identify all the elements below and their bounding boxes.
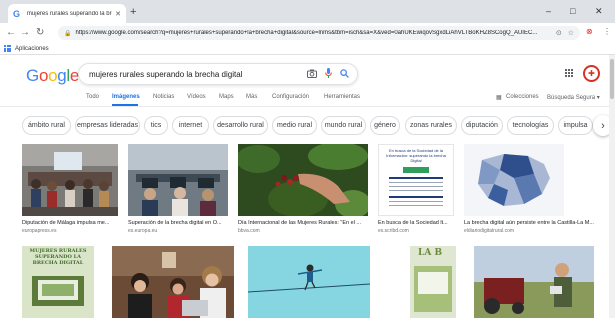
forward-arrow-icon[interactable]: → [20,26,30,40]
location-icon[interactable]: ⊙ [556,29,562,37]
logo-letter: G [26,66,39,85]
image-result[interactable]: Diputación de Málaga impulsa me... europ… [22,144,118,234]
result-source: es.scribd.com [378,228,409,234]
image-result[interactable]: LA B [396,246,456,318]
result-source: bbva.com [238,228,260,234]
result-source: es.europa.eu [128,228,158,234]
scrollbar-thumb[interactable] [610,59,614,99]
bookmark-apps[interactable]: Aplicaciones [15,46,49,52]
apps-grid-icon[interactable] [4,45,11,52]
logo-letter: o [38,66,49,85]
menu-dots-icon[interactable]: ⋮ [603,26,611,38]
tab-more[interactable]: Más [246,94,257,100]
result-thumbnail[interactable]: MUJERES RURALES SUPERANDO LA BRECHA DIGI… [22,246,94,318]
chip-ambito-rural[interactable]: ámbito rural [22,116,71,135]
google-apps-icon[interactable] [565,69,573,77]
image-result[interactable]: MUJERES RURALES SUPERANDO LA BRECHA DIGI… [22,246,94,318]
tab-title: mujeres rurales superando la bre [26,10,113,17]
microphone-icon[interactable] [325,68,332,80]
chip-empresas-lideradas[interactable]: empresas lideradas [75,116,140,135]
back-arrow-icon[interactable]: ← [6,26,16,40]
chip-genero[interactable]: género [370,116,400,135]
result-thumbnail[interactable]: LA B [396,246,456,318]
search-box[interactable]: mujeres rurales superando la brecha digi… [78,63,358,85]
chip-desarrollo-rural[interactable]: desarrollo rural [213,116,268,135]
image-result[interactable]: En busca de la Sociedad de la Informació… [378,144,454,234]
result-thumbnail[interactable] [248,246,370,318]
page-scrollbar[interactable] [609,55,615,318]
result-source: europapress.es [22,228,57,234]
tab-news[interactable]: Noticias [153,94,174,100]
result-caption[interactable]: Diputación de Málaga impulsa me... [22,220,118,226]
result-source: eldiariodigitalrural.com [464,228,515,234]
chip-tecnologias[interactable]: tecnologías [507,116,554,135]
chip-internet[interactable]: internet [172,116,209,135]
chip-impulsa[interactable]: impulsa [558,116,593,135]
image-result[interactable] [474,246,594,318]
logo-letter: o [48,66,58,85]
image-result[interactable]: Superación de la brecha digital en O... … [128,144,228,234]
active-tab-indicator [112,104,138,106]
search-input[interactable]: mujeres rurales superando la brecha digi… [89,70,307,79]
result-thumbnail[interactable] [22,144,118,216]
reload-icon[interactable]: ↻ [36,26,44,40]
result-thumbnail[interactable] [238,144,368,216]
tab-videos[interactable]: Vídeos [187,94,206,100]
address-bar[interactable]: 🔒 https://www.google.com/search?q=mujere… [58,26,580,40]
minimize-button[interactable]: – [546,5,551,17]
camera-icon[interactable] [307,69,317,80]
google-favicon-icon: G [13,8,21,19]
avatar[interactable]: ✚ [583,65,600,82]
image-result[interactable] [112,246,234,318]
search-icon[interactable] [340,68,349,80]
tab-settings[interactable]: Configuración [272,94,309,100]
maximize-button[interactable]: □ [570,5,575,17]
browser-window: G mujeres rurales superando la bre ✕ + –… [0,0,615,318]
result-caption[interactable]: Día Internacional de las Mujeres Rurales… [238,220,368,226]
collections-icon[interactable]: ▦ [496,94,502,101]
extension-icon[interactable]: ⊗ [586,26,593,38]
tab-tools[interactable]: Herramientas [324,94,360,100]
tab-maps[interactable]: Maps [219,94,234,100]
result-caption[interactable]: En busca de la Sociedad lt... [378,220,454,226]
result-thumbnail[interactable] [464,144,564,216]
document-title: En busca de la Sociedad de la Informació… [386,148,446,163]
bookmarks-bar: Aplicaciones [0,43,615,55]
result-thumbnail[interactable] [112,246,234,318]
chip-diputacion[interactable]: diputación [461,116,503,135]
chip-medio-rural[interactable]: medio rural [272,116,317,135]
google-logo[interactable]: Google [26,66,79,86]
lock-icon: 🔒 [64,30,72,37]
safe-search-dropdown[interactable]: Búsqueda Segura ▾ [547,94,600,101]
new-tab-button[interactable]: + [130,5,136,19]
bookmark-star-icon[interactable]: ☆ [568,29,574,37]
result-thumbnail[interactable] [474,246,594,318]
chip-mundo-rural[interactable]: mundo rural [321,116,366,135]
url-text: https://www.google.com/search?q=mujeres+… [75,30,538,36]
collections-link[interactable]: Colecciones [506,94,539,100]
image-result[interactable]: La brecha digital aún persiste entre la … [464,144,604,234]
image-result[interactable] [248,246,370,318]
chip-zonas-rurales[interactable]: zonas rurales [405,116,457,135]
title-bar: G mujeres rurales superando la bre ✕ + –… [0,0,615,23]
result-thumbnail[interactable]: En busca de la Sociedad de la Informació… [378,144,454,216]
close-tab-icon[interactable]: ✕ [115,10,121,18]
search-tabs: Todo Imágenes Noticias Vídeos Maps Más C… [0,91,615,107]
result-caption[interactable]: La brecha digital aún persiste entre la … [464,220,604,226]
chip-tics[interactable]: tics [144,116,168,135]
close-window-button[interactable]: ✕ [595,5,603,17]
browser-toolbar: ← → ↻ 🔒 https://www.google.com/search?q=… [0,23,615,43]
result-thumbnail[interactable] [128,144,228,216]
tab-all[interactable]: Todo [86,94,99,100]
tab-images[interactable]: Imágenes [112,94,140,100]
image-result[interactable]: Día Internacional de las Mujeres Rurales… [238,144,368,234]
browser-tab[interactable]: G mujeres rurales superando la bre ✕ [8,4,126,23]
result-caption[interactable]: Superación de la brecha digital en O... [128,220,228,226]
